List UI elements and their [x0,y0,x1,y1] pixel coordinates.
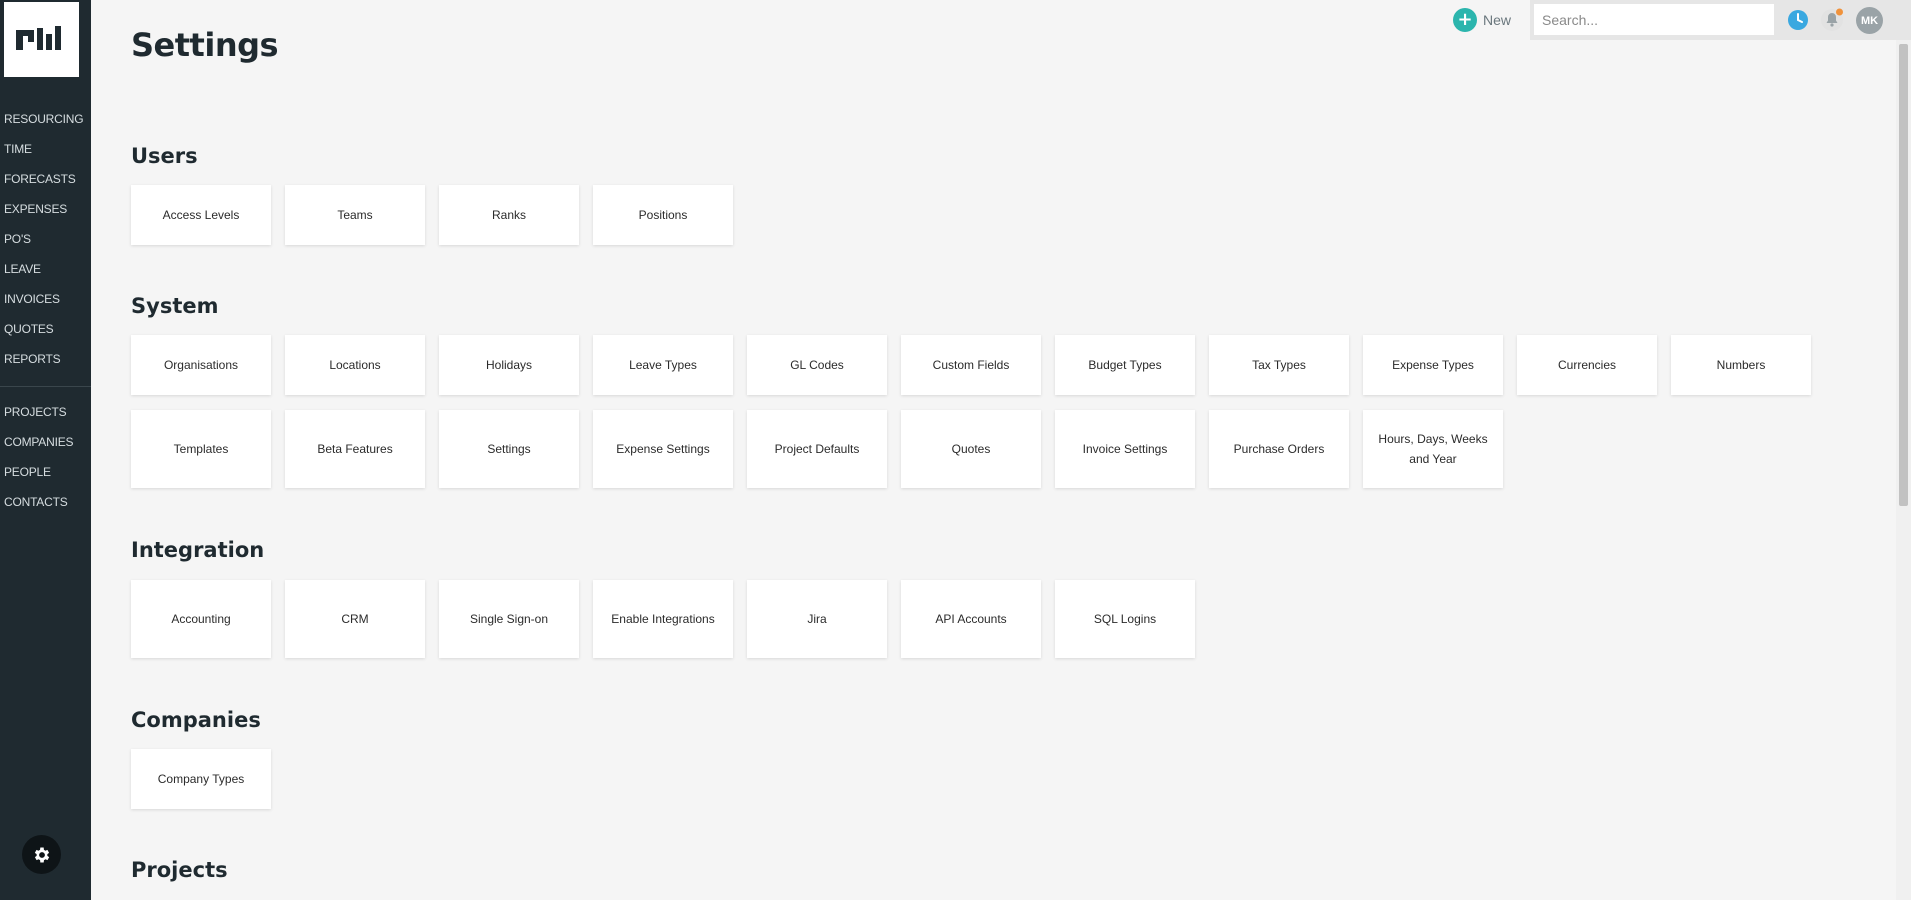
page-title: Settings [131,26,279,64]
sidebar-item-leave[interactable]: LEAVE [0,258,91,288]
sidebar-nav-primary: RESOURCING TIME FORECASTS EXPENSES PO'S … [0,108,91,378]
tile-ranks[interactable]: Ranks [439,185,579,245]
sidebar-item-resourcing[interactable]: RESOURCING [0,108,91,138]
logo[interactable] [4,2,79,77]
section-title-projects: Projects [131,858,228,882]
sidebar-item-forecasts[interactable]: FORECASTS [0,168,91,198]
tile-numbers[interactable]: Numbers [1671,335,1811,395]
tile-sql-logins[interactable]: SQL Logins [1055,580,1195,658]
sidebar-item-reports[interactable]: REPORTS [0,348,91,378]
sidebar-item-people[interactable]: PEOPLE [0,461,91,491]
sidebar-item-projects[interactable]: PROJECTS [0,401,91,431]
bell-icon [1821,8,1843,31]
tile-company-types[interactable]: Company Types [131,749,271,809]
tile-jira[interactable]: Jira [747,580,887,658]
tile-custom-fields[interactable]: Custom Fields [901,335,1041,395]
tile-holidays[interactable]: Holidays [439,335,579,395]
tile-crm[interactable]: CRM [285,580,425,658]
sidebar-item-expenses[interactable]: EXPENSES [0,198,91,228]
gear-icon [34,847,49,862]
settings-button[interactable] [22,835,61,874]
section-title-system: System [131,294,219,318]
section-title-users: Users [131,144,198,168]
tile-project-defaults[interactable]: Project Defaults [747,410,887,488]
sidebar-item-companies[interactable]: COMPANIES [0,431,91,461]
tile-locations[interactable]: Locations [285,335,425,395]
plus-icon: + [1453,8,1477,32]
tile-organisations[interactable]: Organisations [131,335,271,395]
tile-settings[interactable]: Settings [439,410,579,488]
new-button[interactable]: + New [1453,8,1511,32]
section-title-integration: Integration [131,538,265,562]
sidebar-item-invoices[interactable]: INVOICES [0,288,91,318]
notifications-button[interactable] [1820,8,1844,32]
sidebar-divider [0,386,91,387]
sidebar-item-quotes[interactable]: QUOTES [0,318,91,348]
tile-api-accounts[interactable]: API Accounts [901,580,1041,658]
new-button-label: New [1483,12,1512,28]
tile-hours-days-weeks-year[interactable]: Hours, Days, Weeks and Year [1363,410,1503,488]
sidebar: RESOURCING TIME FORECASTS EXPENSES PO'S … [0,0,91,900]
tile-expense-settings[interactable]: Expense Settings [593,410,733,488]
timer-button[interactable] [1786,8,1810,32]
sidebar-item-time[interactable]: TIME [0,138,91,168]
tile-teams[interactable]: Teams [285,185,425,245]
tile-purchase-orders[interactable]: Purchase Orders [1209,410,1349,488]
tile-tax-types[interactable]: Tax Types [1209,335,1349,395]
tile-expense-types[interactable]: Expense Types [1363,335,1503,395]
tile-accounting[interactable]: Accounting [131,580,271,658]
tile-access-levels[interactable]: Access Levels [131,185,271,245]
tile-enable-integrations[interactable]: Enable Integrations [593,580,733,658]
search-input[interactable] [1534,4,1774,35]
tile-quotes[interactable]: Quotes [901,410,1041,488]
sidebar-item-pos[interactable]: PO'S [0,228,91,258]
tile-templates[interactable]: Templates [131,410,271,488]
tile-beta-features[interactable]: Beta Features [285,410,425,488]
clock-icon [1788,10,1808,30]
tile-leave-types[interactable]: Leave Types [593,335,733,395]
scrollbar-thumb[interactable] [1899,44,1908,506]
section-title-companies: Companies [131,708,261,732]
tile-single-sign-on[interactable]: Single Sign-on [439,580,579,658]
tile-invoice-settings[interactable]: Invoice Settings [1055,410,1195,488]
sidebar-nav-secondary: PROJECTS COMPANIES PEOPLE CONTACTS [0,401,91,521]
sidebar-item-contacts[interactable]: CONTACTS [0,491,91,521]
tile-currencies[interactable]: Currencies [1517,335,1657,395]
avatar[interactable]: MK [1856,7,1883,34]
logo-icon [15,25,61,50]
search-bar [1530,0,1911,40]
tile-budget-types[interactable]: Budget Types [1055,335,1195,395]
tile-gl-codes[interactable]: GL Codes [747,335,887,395]
tile-positions[interactable]: Positions [593,185,733,245]
